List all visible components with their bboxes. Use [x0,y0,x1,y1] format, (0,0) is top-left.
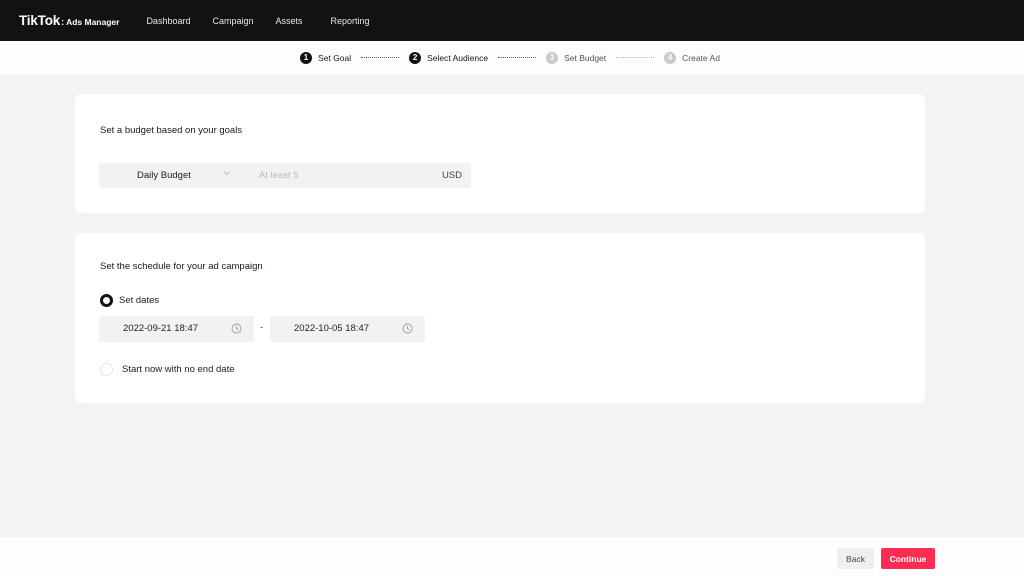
top-navigation-bar: TikTok : Ads Manager Dashboard Campaign … [0,0,1024,41]
nav-dashboard[interactable]: Dashboard [146,16,190,26]
continue-button[interactable]: Continue [881,548,935,569]
logo-product: Ads Manager [66,17,120,27]
currency-label: USD [441,170,462,181]
step-label: Set Goal [318,52,352,63]
step-label: Select Audience [427,52,489,63]
step-number-badge: 1 [300,51,313,64]
steps: 1 Set Goal 2 Select Audience 3 Set Budge… [300,51,720,64]
nav-campaign[interactable]: Campaign [212,16,253,26]
step-set-goal: 1 Set Goal [300,51,352,64]
step-connector [498,57,537,58]
start-date-value: 2022-09-21 18:47 [123,323,199,334]
nav-assets[interactable]: Assets [276,16,303,26]
start-date-picker[interactable]: 2022-09-21 18:47 [99,316,254,342]
chevron-down-icon[interactable] [223,169,231,177]
clock-icon [402,323,413,334]
radio-no-end-date[interactable]: Start now with no end date [100,363,235,376]
step-connector [616,57,655,58]
radio-selected-icon[interactable] [100,294,113,307]
budget-type-select[interactable]: Daily Budget [137,170,191,181]
tiktok-ads-manager-logo[interactable]: TikTok : Ads Manager [19,13,119,28]
step-label: Set Budget [564,52,607,63]
radio-set-dates[interactable]: Set dates [100,294,159,307]
budget-card: Set a budget based on your goals Daily B… [75,94,925,213]
main-nav: Dashboard Campaign Assets Reporting [146,16,391,26]
budget-input-group: Daily Budget USD [99,163,471,188]
step-set-budget: 3 Set Budget [546,51,607,64]
budget-amount-input[interactable] [259,163,429,188]
step-create-ad: 4 Create Ad [664,51,720,64]
end-date-picker[interactable]: 2022-10-05 18:47 [270,316,425,342]
logo-separator: : [61,17,65,27]
budget-card-title: Set a budget based on your goals [100,125,243,136]
radio-label: Start now with no end date [122,364,235,375]
nav-reporting[interactable]: Reporting [331,16,370,26]
radio-unselected-icon[interactable] [100,363,113,376]
schedule-card-title: Set the schedule for your ad campaign [100,261,263,272]
end-date-value: 2022-10-05 18:47 [294,323,370,334]
logo-brand: TikTok [19,13,61,28]
back-button[interactable]: Back [837,548,874,569]
step-select-audience: 2 Select Audience [409,51,489,64]
step-label: Create Ad [682,52,720,63]
step-connector [361,57,400,58]
date-range-separator: - [260,322,264,333]
radio-label: Set dates [119,295,160,306]
step-number-badge: 2 [409,51,422,64]
footer-bar: Back Continue [0,537,1024,576]
step-number-badge: 4 [664,51,677,64]
step-number-badge: 3 [546,51,559,64]
progress-steps-bar: 1 Set Goal 2 Select Audience 3 Set Budge… [0,41,1024,74]
clock-icon [231,323,242,334]
schedule-card: Set the schedule for your ad campaign Se… [75,233,925,403]
